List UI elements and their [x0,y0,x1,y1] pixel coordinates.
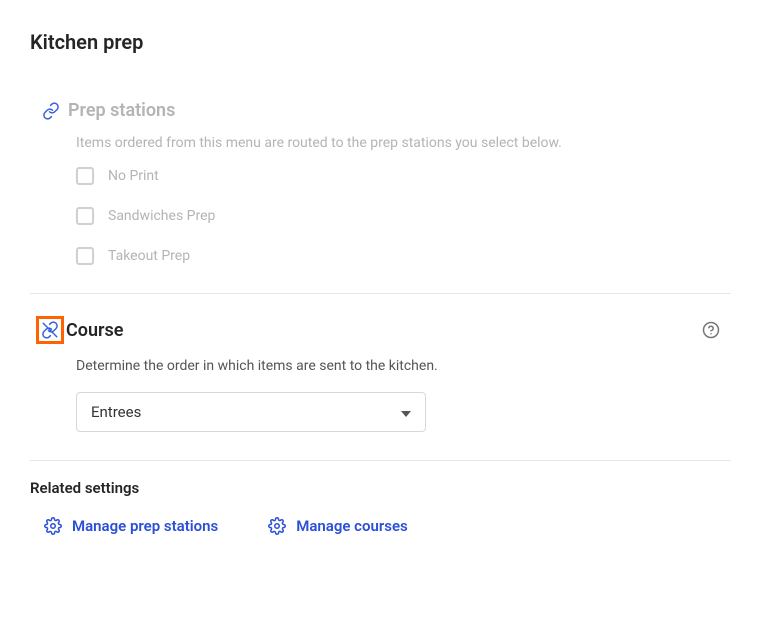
checkbox-icon [76,167,94,185]
course-select[interactable]: Entrees [76,392,426,432]
checkbox-no-print[interactable]: No Print [76,167,731,185]
page-title: Kitchen prep [30,30,731,54]
manage-prep-stations-link[interactable]: Manage prep stations [44,517,218,535]
prep-stations-description: Items ordered from this menu are routed … [76,135,731,151]
gear-icon [44,517,62,535]
checkbox-label: Takeout Prep [108,248,190,264]
manage-prep-stations-label: Manage prep stations [72,517,218,535]
link-icon [42,102,60,120]
manage-courses-link[interactable]: Manage courses [268,517,408,535]
course-selected-value: Entrees [91,403,141,421]
checkbox-takeout-prep[interactable]: Takeout Prep [76,247,731,265]
checkbox-icon [76,247,94,265]
related-settings-section: Related settings Manage prep stations Ma… [30,461,731,553]
related-settings-heading: Related settings [30,479,731,497]
course-description: Determine the order in which items are s… [76,358,731,374]
caret-down-icon [401,403,411,421]
course-section: Course Determine the order in which item… [30,294,731,460]
prep-stations-title: Prep stations [68,100,175,121]
help-icon[interactable] [701,320,721,340]
course-title: Course [66,320,123,341]
prep-stations-section: Prep stations Items ordered from this me… [30,82,731,293]
checkbox-sandwiches-prep[interactable]: Sandwiches Prep [76,207,731,225]
broken-link-highlight [36,316,64,344]
manage-courses-label: Manage courses [296,517,408,535]
checkbox-label: No Print [108,168,159,184]
checkbox-label: Sandwiches Prep [108,208,215,224]
gear-icon [268,517,286,535]
prep-stations-options: No Print Sandwiches Prep Takeout Prep [76,167,731,265]
broken-link-icon [41,321,59,339]
checkbox-icon [76,207,94,225]
